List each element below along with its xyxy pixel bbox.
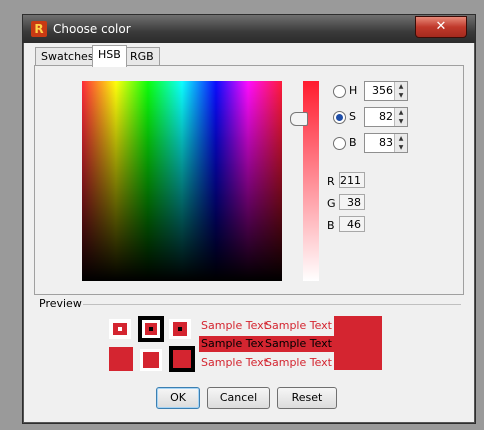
sample-text: Sample Text: [263, 336, 334, 352]
tab-swatches[interactable]: Swatches: [35, 47, 100, 66]
preview-swatch: [140, 349, 162, 371]
saturation-value[interactable]: 82: [379, 110, 393, 123]
brightness-spinner[interactable]: 83 ▲ ▼: [364, 133, 408, 153]
saturation-label: S: [349, 110, 356, 123]
preview-divider: [83, 304, 461, 305]
brightness-radio[interactable]: [333, 137, 346, 150]
saturation-radio[interactable]: [333, 111, 346, 124]
tab-rgb[interactable]: RGB: [124, 47, 160, 66]
hue-spinner[interactable]: 356 ▲ ▼: [364, 81, 408, 101]
hsb-panel: H 356 ▲ ▼ S 82 ▲ ▼ B 83 ▲ ▼ R 211 G 38 B…: [34, 65, 464, 295]
saturation-slider-track[interactable]: [303, 81, 319, 281]
sample-text: Sample Text: [265, 319, 332, 332]
red-value: 211: [339, 172, 365, 188]
preview-label: Preview: [39, 297, 82, 310]
green-value: 38: [339, 194, 365, 210]
preview-swatch: [169, 319, 191, 339]
blue-value: 46: [339, 216, 365, 232]
spin-down-icon[interactable]: ▼: [395, 143, 407, 152]
slider-thumb[interactable]: [290, 112, 308, 126]
color-spectrum-field[interactable]: [82, 81, 282, 281]
choose-color-dialog: R Choose color ✕ Swatches HSB RGB H 356 …: [22, 14, 476, 424]
preview-swatch: [109, 319, 131, 339]
sample-text: Sample Text: [265, 356, 332, 369]
spin-up-icon[interactable]: ▲: [395, 134, 407, 143]
close-icon: ✕: [435, 19, 447, 34]
ok-button[interactable]: OK: [156, 387, 200, 409]
saturation-spinner[interactable]: 82 ▲ ▼: [364, 107, 408, 127]
window-title: Choose color: [53, 22, 131, 36]
preview-swatch: [138, 316, 164, 342]
spin-up-icon[interactable]: ▲: [395, 108, 407, 117]
spin-up-icon[interactable]: ▲: [395, 82, 407, 91]
cancel-button[interactable]: Cancel: [207, 387, 270, 409]
reset-button[interactable]: Reset: [277, 387, 337, 409]
preview-color-block: [334, 316, 382, 370]
hue-label: H: [349, 84, 358, 97]
hue-radio[interactable]: [333, 85, 346, 98]
sample-text: Sample Text: [201, 356, 268, 369]
brightness-label: B: [349, 136, 357, 149]
preview-swatch: [109, 347, 133, 371]
green-label: G: [327, 197, 336, 210]
brightness-value[interactable]: 83: [379, 136, 393, 149]
spin-down-icon[interactable]: ▼: [395, 117, 407, 126]
sample-text: Sample Text: [199, 336, 270, 352]
title-bar[interactable]: R Choose color ✕: [23, 15, 475, 43]
hue-value[interactable]: 356: [372, 84, 393, 97]
preview-swatch: [169, 346, 195, 372]
tab-hsb[interactable]: HSB: [92, 45, 127, 67]
app-logo-icon: R: [31, 21, 47, 37]
red-label: R: [327, 175, 335, 188]
blue-label: B: [327, 219, 335, 232]
sample-text: Sample Text: [201, 319, 268, 332]
close-button[interactable]: ✕: [415, 16, 467, 38]
spin-down-icon[interactable]: ▼: [395, 91, 407, 100]
